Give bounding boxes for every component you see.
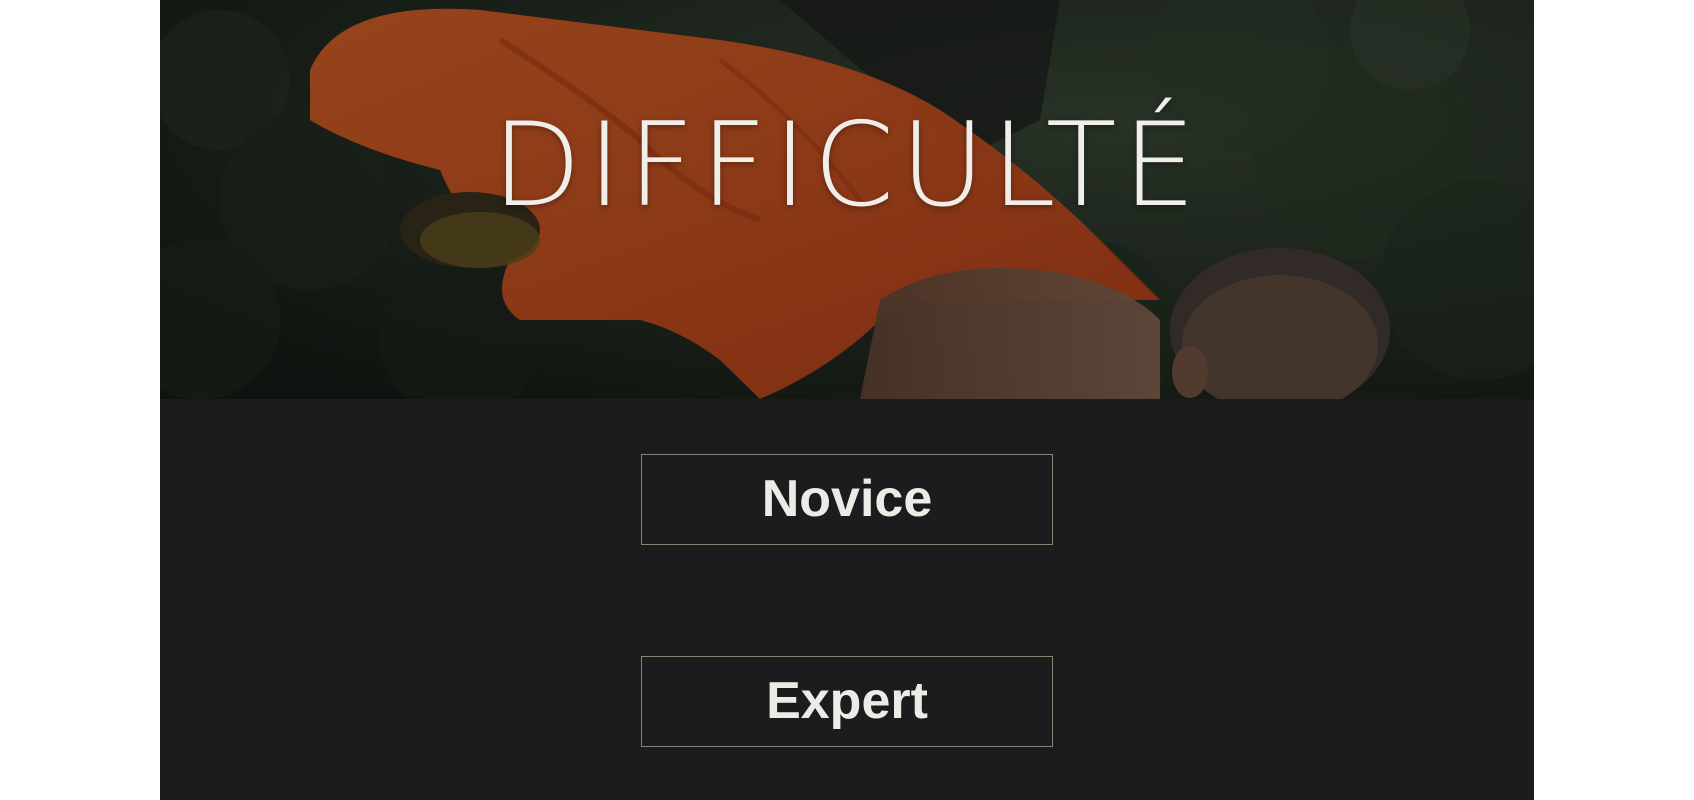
novice-button[interactable]: Novice: [641, 454, 1053, 545]
hero-banner: DIFFICULTÉ: [160, 0, 1534, 399]
app-frame: DIFFICULTÉ Novice Expert: [160, 0, 1534, 800]
expert-button[interactable]: Expert: [641, 656, 1053, 747]
page-title: DIFFICULTÉ: [492, 98, 1202, 233]
difficulty-menu: Novice Expert: [160, 399, 1534, 800]
